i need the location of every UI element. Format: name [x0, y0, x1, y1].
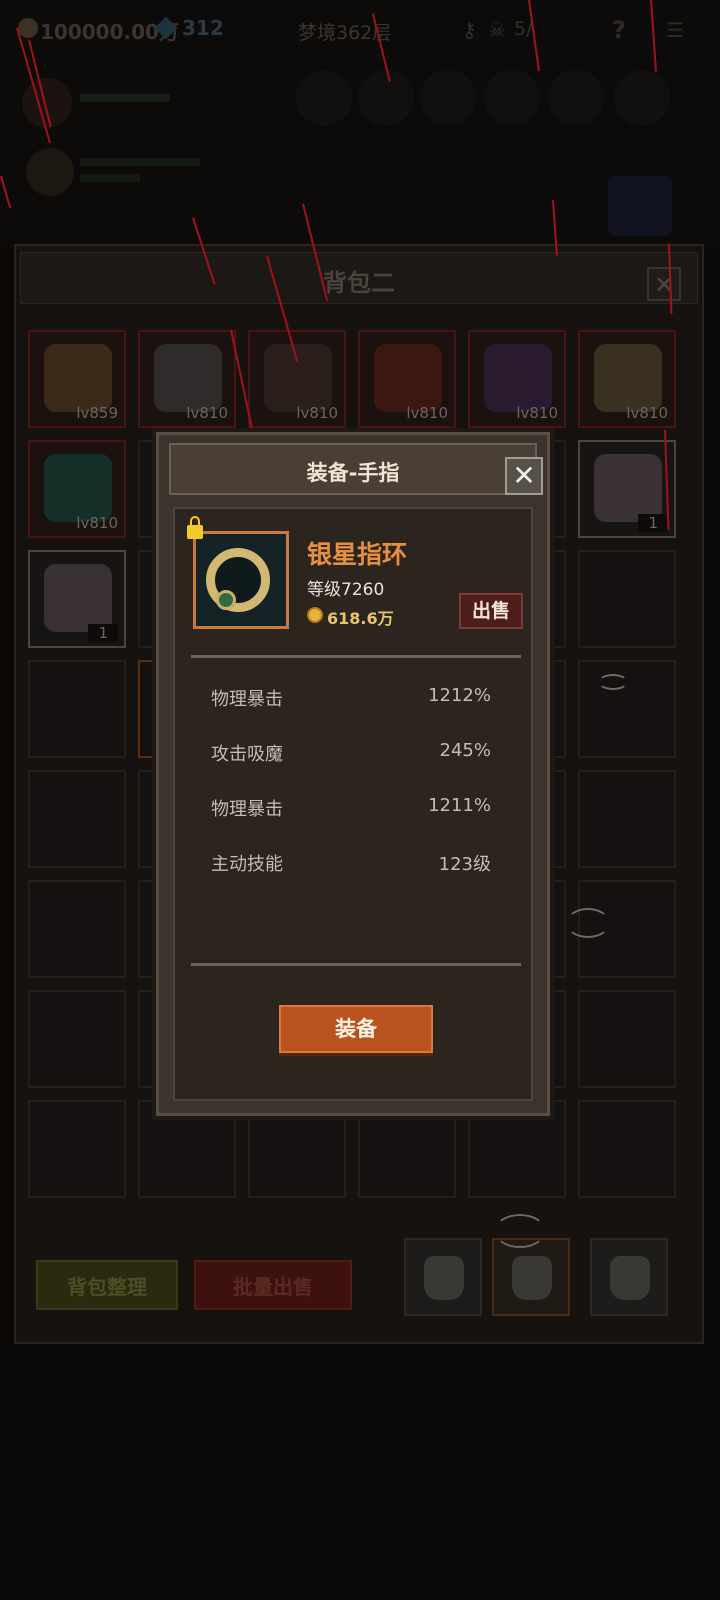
help-icon[interactable]: ?	[612, 16, 626, 44]
inventory-slot[interactable]: lv859	[28, 330, 126, 428]
sell-button[interactable]: 出售	[459, 593, 523, 629]
backpack-icon	[610, 1256, 650, 1300]
backpack-header: 背包二 ✕	[20, 252, 698, 304]
sort-bag-button[interactable]: 背包整理	[36, 1260, 178, 1310]
goggle-helmet-icon	[594, 344, 662, 412]
stat-value: 123级	[438, 854, 491, 875]
hp-bar	[80, 94, 170, 102]
pet-avatar[interactable]	[26, 148, 74, 196]
stat-name: 物理暴击	[211, 799, 283, 820]
ring-gem-icon	[216, 590, 236, 610]
stat-row: 物理暴击 1211%	[211, 795, 491, 823]
skull-count: 5/	[514, 18, 533, 40]
bag-tab-2[interactable]	[492, 1238, 570, 1316]
equip-button[interactable]: 装备	[279, 1005, 433, 1053]
resource-bar: 100000.00万 312 梦境362层 ⚷ ☠ 5/ ? ☰	[0, 10, 720, 46]
equip-slot-icon[interactable]	[484, 70, 540, 126]
dialog-title: 装备-手指	[306, 461, 400, 485]
inventory-slot[interactable]: lv810	[138, 330, 236, 428]
item-level: 等级7260	[307, 580, 385, 600]
inventory-slot[interactable]	[28, 880, 126, 978]
dialog-body: 银星指环 等级7260 618.6万 出售 物理暴击 1212% 攻击吸魔 24…	[173, 507, 533, 1101]
mp-bar	[80, 174, 140, 182]
exp-bar	[80, 158, 200, 166]
item-count-label: 1	[88, 624, 118, 642]
item-level-label: lv810	[296, 404, 338, 422]
equip-slot-icon[interactable]	[614, 70, 670, 126]
equip-slot-icon[interactable]	[358, 70, 414, 126]
backpack-title: 背包二	[323, 269, 395, 297]
inventory-slot[interactable]: 1	[578, 440, 676, 538]
player-avatar[interactable]	[22, 78, 72, 128]
dialog-header: 装备-手指 ✕	[169, 443, 543, 495]
equip-slot-icon[interactable]	[420, 70, 476, 126]
inventory-slot[interactable]	[578, 1100, 676, 1198]
gold-coin-icon	[18, 18, 38, 38]
item-level-label: lv810	[516, 404, 558, 422]
top-hud: 100000.00万 312 梦境362层 ⚷ ☠ 5/ ? ☰	[0, 0, 720, 250]
inventory-slot[interactable]	[578, 550, 676, 648]
item-name: 银星指环	[307, 540, 408, 569]
inventory-slot[interactable]	[28, 1100, 126, 1198]
stat-row: 攻击吸魔 245%	[211, 740, 491, 768]
item-level-label: lv810	[406, 404, 448, 422]
necklace-icon	[44, 344, 112, 412]
stat-value: 1211%	[428, 795, 491, 816]
inventory-slot[interactable]	[28, 770, 126, 868]
item-level-label: lv810	[76, 514, 118, 532]
item-icon-frame[interactable]	[193, 531, 289, 629]
divider	[191, 963, 521, 966]
dialog-close-button[interactable]: ✕	[505, 457, 543, 495]
item-level-label: lv859	[76, 404, 118, 422]
inventory-slot[interactable]: lv810	[28, 440, 126, 538]
menu-icon[interactable]: ☰	[666, 18, 684, 42]
equip-slot-icon[interactable]	[296, 70, 352, 126]
inventory-slot[interactable]: lv810	[358, 330, 456, 428]
inventory-slot[interactable]	[28, 990, 126, 1088]
item-level-label: lv810	[626, 404, 668, 422]
gem-amount: 312	[182, 16, 224, 40]
equipment-dialog: 装备-手指 ✕ 银星指环 等级7260 618.6万 出售 物理暴击 1212%…	[156, 432, 550, 1116]
item-count-label: 1	[638, 514, 668, 532]
stat-name: 攻击吸魔	[211, 744, 283, 765]
cake-icon	[594, 454, 662, 522]
horned-helmet-icon	[484, 344, 552, 412]
stat-name: 主动技能	[211, 854, 283, 875]
stat-row: 主动技能 123级	[211, 850, 491, 878]
gold-coin-icon	[307, 607, 323, 623]
inventory-slot[interactable]: lv810	[248, 330, 346, 428]
key-icon: ⚷	[462, 18, 477, 42]
bag-tab-3[interactable]	[590, 1238, 668, 1316]
backpack-icon	[512, 1256, 552, 1300]
skull-icon: ☠	[488, 18, 506, 42]
inventory-slot[interactable]	[578, 660, 676, 758]
lock-icon[interactable]	[187, 516, 203, 539]
inventory-slot[interactable]	[578, 990, 676, 1088]
stat-row: 物理暴击 1212%	[211, 685, 491, 713]
cake-icon	[44, 564, 112, 632]
inventory-slot[interactable]: 1	[28, 550, 126, 648]
stat-name: 物理暴击	[211, 689, 283, 710]
inventory-slot[interactable]: lv810	[578, 330, 676, 428]
stat-value: 1212%	[428, 685, 491, 706]
belt-icon	[374, 344, 442, 412]
backpack-close-button[interactable]: ✕	[647, 267, 681, 301]
event-icon[interactable]	[608, 176, 672, 236]
inventory-slot[interactable]	[578, 770, 676, 868]
equip-slot-icon[interactable]	[548, 70, 604, 126]
bag-tab-1[interactable]	[404, 1238, 482, 1316]
item-price: 618.6万	[327, 609, 394, 628]
stat-value: 245%	[439, 740, 491, 761]
boots-icon	[264, 344, 332, 412]
bulk-sell-button[interactable]: 批量出售	[194, 1260, 352, 1310]
inventory-slot[interactable]	[28, 660, 126, 758]
backpack-icon	[424, 1256, 464, 1300]
shoulder-armor-icon	[154, 344, 222, 412]
divider	[191, 655, 521, 658]
wings-icon	[44, 454, 112, 522]
item-level-label: lv810	[186, 404, 228, 422]
inventory-slot[interactable]: lv810	[468, 330, 566, 428]
